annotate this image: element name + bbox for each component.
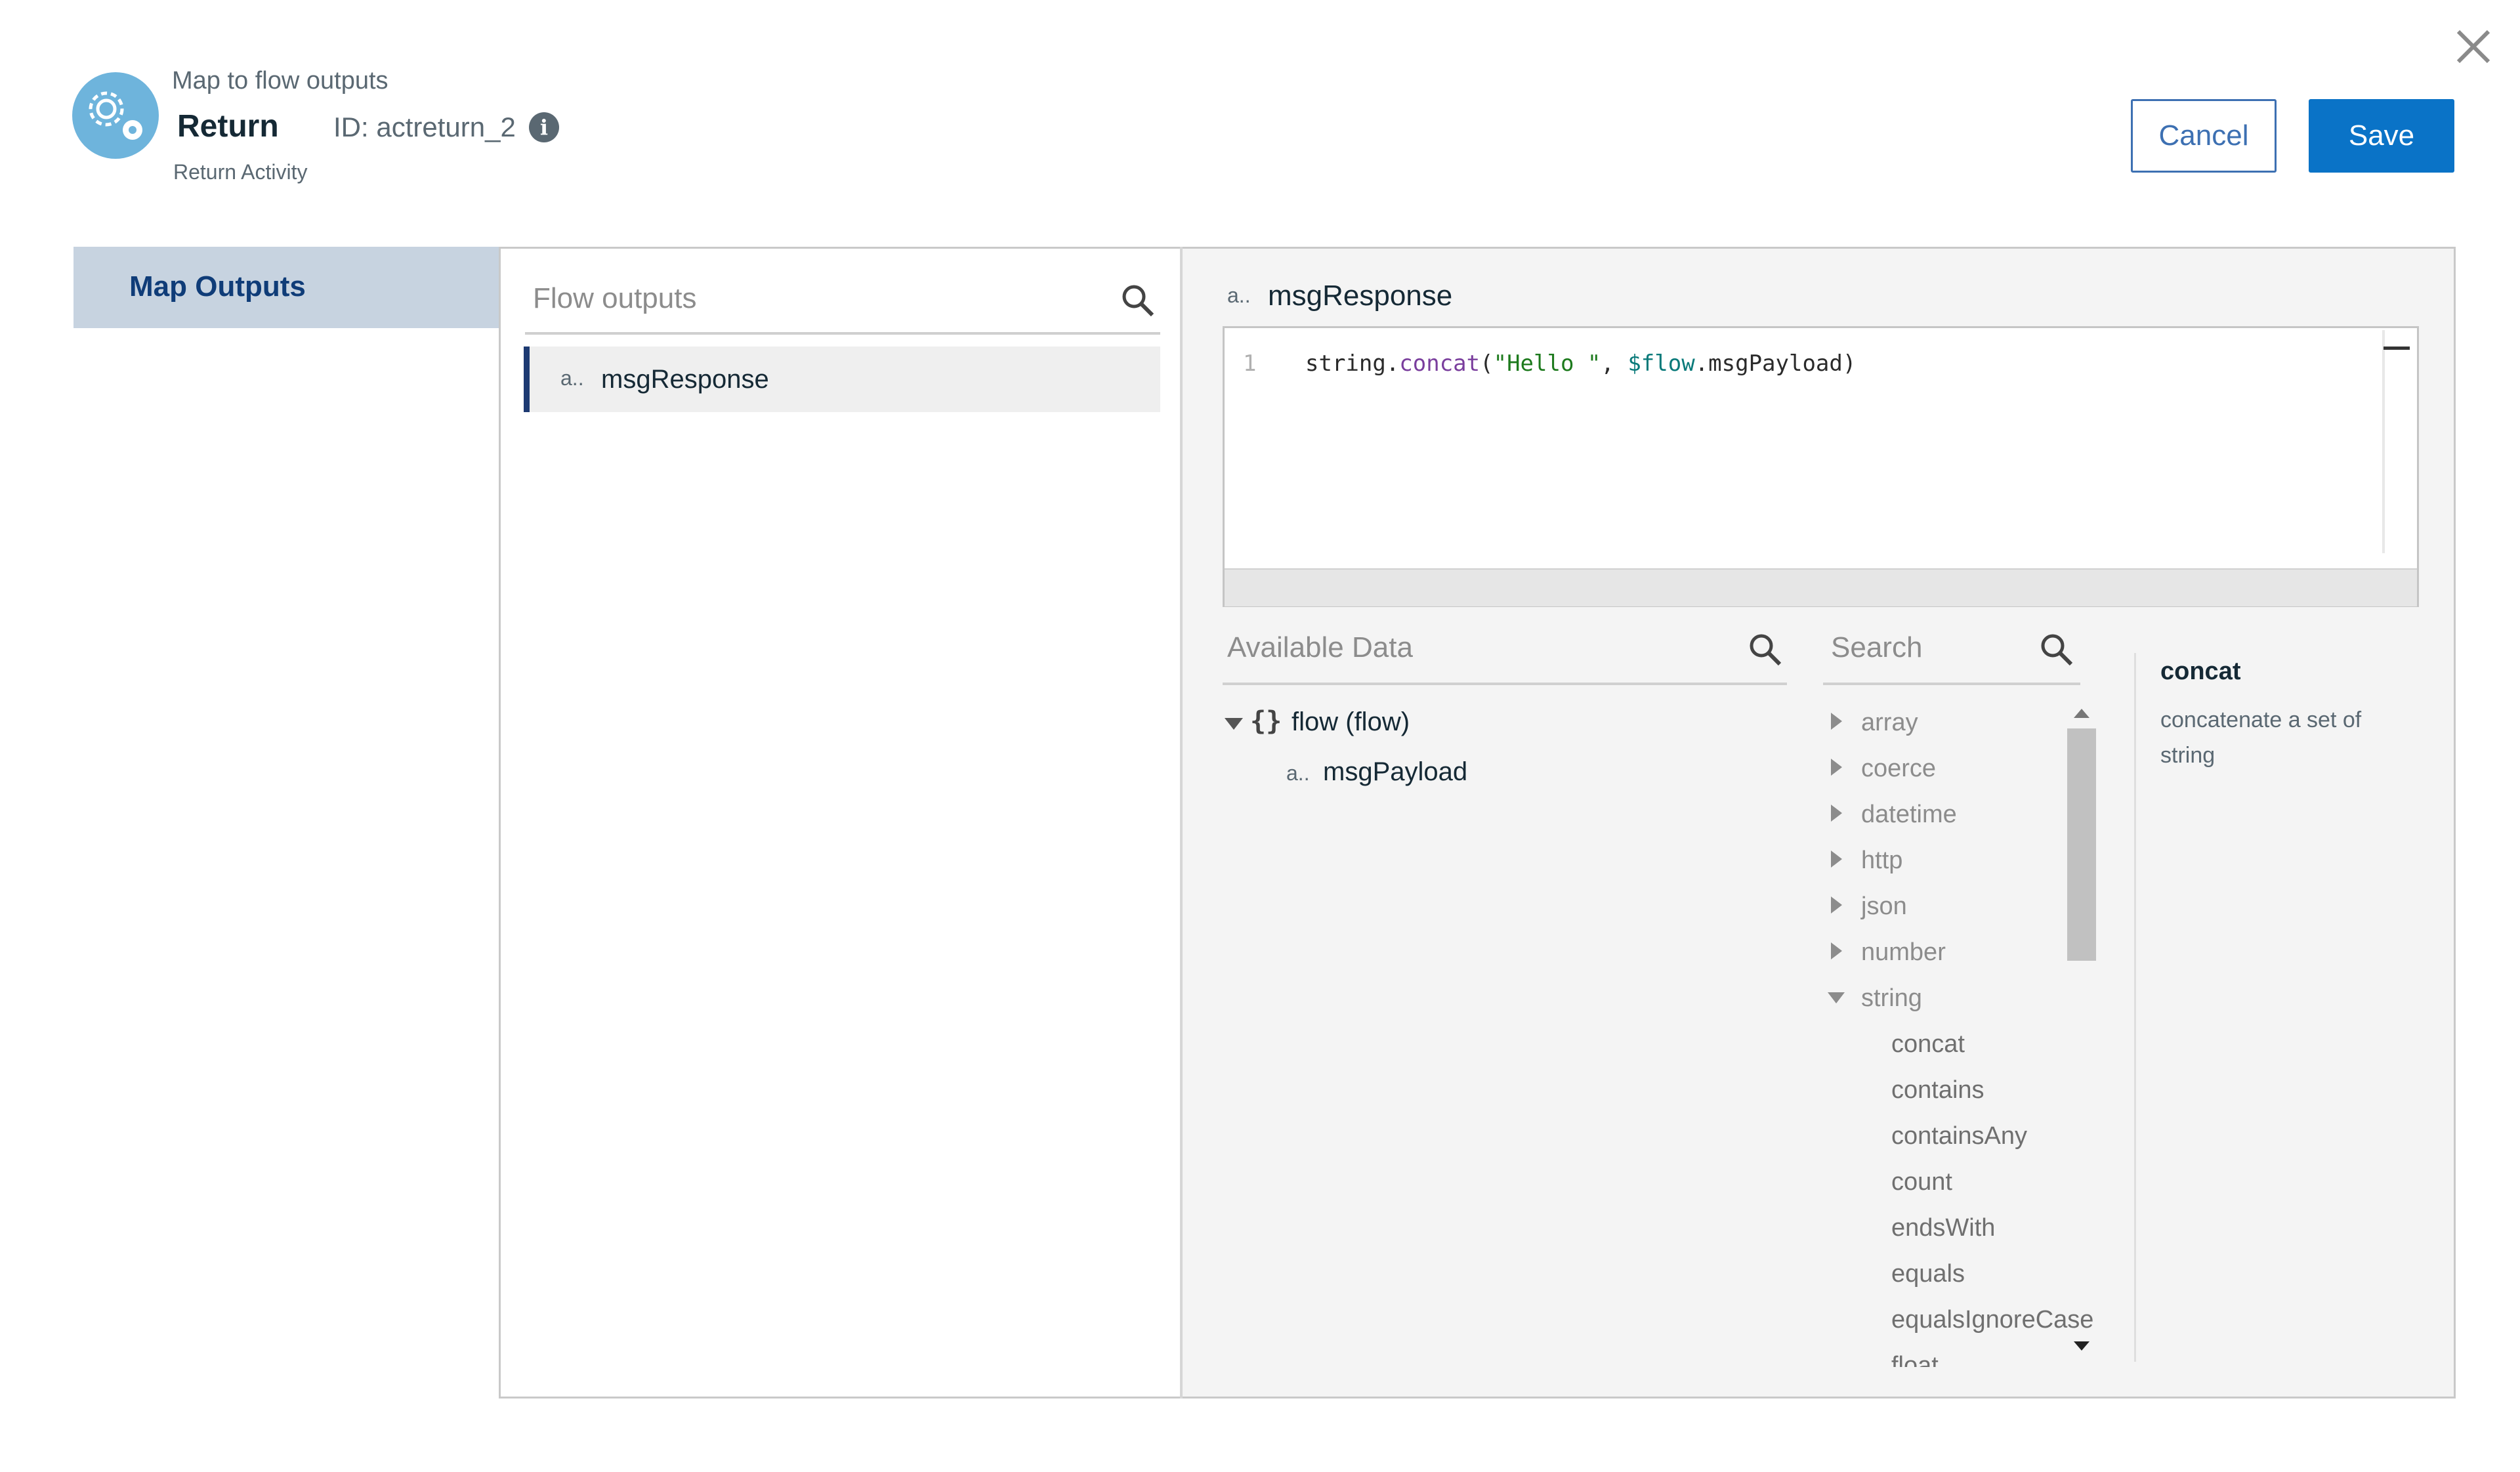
flow-output-item-msgresponse[interactable]: a.. msgResponse: [524, 347, 1160, 412]
chevron-right-icon: [1831, 805, 1842, 822]
function-category-coerce[interactable]: coerce: [1818, 747, 2093, 791]
description-divider: [2134, 653, 2136, 1362]
editor-vertical-scrollbar[interactable]: [2382, 330, 2385, 553]
mapping-field-name: msgResponse: [1268, 280, 1453, 312]
save-button[interactable]: Save: [2309, 99, 2454, 173]
code-variable: $flow: [1628, 350, 1695, 377]
function-category-string[interactable]: string: [1818, 977, 2093, 1021]
close-button[interactable]: [2450, 24, 2496, 70]
line-number: 1: [1243, 350, 1257, 377]
scrollbar-thumb[interactable]: [2067, 728, 2096, 961]
header-subtitle: Map to flow outputs: [172, 67, 388, 95]
function-category-label: string: [1861, 984, 1922, 1012]
function-label: equalsIgnoreCase: [1891, 1306, 2093, 1334]
available-data-search-input[interactable]: Available Data: [1227, 631, 1413, 664]
nav-item-label: Map Outputs: [129, 270, 306, 303]
string-type-icon: a..: [1286, 761, 1310, 785]
flow-outputs-search-underline: [525, 332, 1160, 335]
function-category-label: datetime: [1861, 801, 1957, 828]
function-category-json[interactable]: json: [1818, 885, 2093, 929]
code-function: concat: [1399, 350, 1480, 377]
function-label: endsWith: [1891, 1214, 1996, 1242]
search-icon[interactable]: [2038, 631, 2075, 668]
function-category-http[interactable]: http: [1818, 839, 2093, 883]
scroll-up-icon[interactable]: [2074, 709, 2090, 718]
available-data-search-underline: [1223, 683, 1787, 685]
chevron-right-icon: [1831, 713, 1842, 730]
chevron-right-icon: [1831, 851, 1842, 868]
function-label: concat: [1891, 1030, 1965, 1058]
gear-icon: [89, 91, 142, 140]
function-category-label: number: [1861, 938, 1946, 966]
code-string-literal: "Hello ": [1493, 350, 1601, 377]
function-category-label: array: [1861, 709, 1918, 736]
selection-indicator: [524, 347, 530, 412]
column-divider: [1180, 247, 1183, 1398]
object-icon: {}: [1250, 706, 1282, 736]
activity-type-caption: Return Activity: [173, 160, 308, 184]
function-description-text: concatenate a set of string: [2160, 707, 2362, 768]
scroll-down-icon[interactable]: [2074, 1341, 2090, 1351]
function-description-title: concat: [2160, 658, 2241, 685]
cancel-button[interactable]: Cancel: [2131, 99, 2277, 173]
chevron-down-icon: [1828, 992, 1845, 1003]
code-paren: (: [1480, 350, 1494, 377]
chevron-down-icon[interactable]: [1225, 718, 1243, 730]
close-icon: [2456, 30, 2490, 64]
function-category-label: json: [1861, 893, 1907, 920]
string-type-icon: a..: [560, 366, 584, 390]
function-label: count: [1891, 1168, 1952, 1196]
function-category-datetime[interactable]: datetime: [1818, 793, 2093, 837]
search-icon[interactable]: [1747, 631, 1784, 668]
chevron-right-icon: [1831, 942, 1842, 959]
activity-icon: [72, 72, 159, 159]
code-object: string.: [1305, 350, 1400, 377]
function-item-concat[interactable]: concat: [1818, 1022, 2093, 1067]
tree-node-flow[interactable]: flow (flow): [1292, 707, 1410, 737]
editor-overview-marker: [2384, 347, 2410, 350]
function-category-label: coerce: [1861, 755, 1937, 782]
function-label: containsAny: [1891, 1122, 2028, 1150]
flow-output-label: msgResponse: [601, 365, 769, 394]
chevron-right-icon: [1831, 896, 1842, 914]
function-label: equals: [1891, 1260, 1965, 1288]
code-rest: .msgPayload): [1694, 350, 1857, 377]
functions-search-underline: [1823, 683, 2080, 685]
function-item-float[interactable]: float: [1818, 1344, 2093, 1367]
functions-search-input[interactable]: Search: [1831, 631, 1922, 664]
nav-item-map-outputs[interactable]: Map Outputs: [74, 247, 500, 328]
page-title: Return: [177, 109, 279, 144]
info-icon[interactable]: i: [529, 112, 559, 142]
flow-outputs-search-input[interactable]: Flow outputs: [533, 282, 696, 315]
function-label: contains: [1891, 1076, 1984, 1104]
editor-horizontal-scrollbar[interactable]: [1225, 568, 2417, 606]
function-category-number[interactable]: number: [1818, 931, 2093, 975]
function-item-contains[interactable]: contains: [1818, 1068, 2093, 1113]
chevron-right-icon: [1831, 759, 1842, 776]
function-category-array[interactable]: array: [1818, 701, 2093, 746]
activity-id: ID: actreturn_2: [333, 112, 516, 142]
string-type-icon: a..: [1227, 284, 1251, 307]
function-item-containsany[interactable]: containsAny: [1818, 1114, 2093, 1159]
function-category-label: http: [1861, 847, 1903, 874]
function-label: float: [1891, 1352, 1939, 1367]
function-list: array coerce datetime http json number s…: [1818, 701, 2093, 1367]
function-item-count[interactable]: count: [1818, 1160, 2093, 1205]
tree-node-msgpayload[interactable]: msgPayload: [1323, 757, 1467, 787]
function-item-endswith[interactable]: endsWith: [1818, 1206, 2093, 1251]
code-comma: ,: [1601, 350, 1628, 377]
function-item-equals[interactable]: equals: [1818, 1252, 2093, 1297]
function-item-equalsignorecase[interactable]: equalsIgnoreCase: [1818, 1298, 2093, 1343]
expression-code[interactable]: string.concat("Hello ", $flow.msgPayload…: [1305, 350, 1856, 377]
search-icon[interactable]: [1120, 282, 1156, 319]
